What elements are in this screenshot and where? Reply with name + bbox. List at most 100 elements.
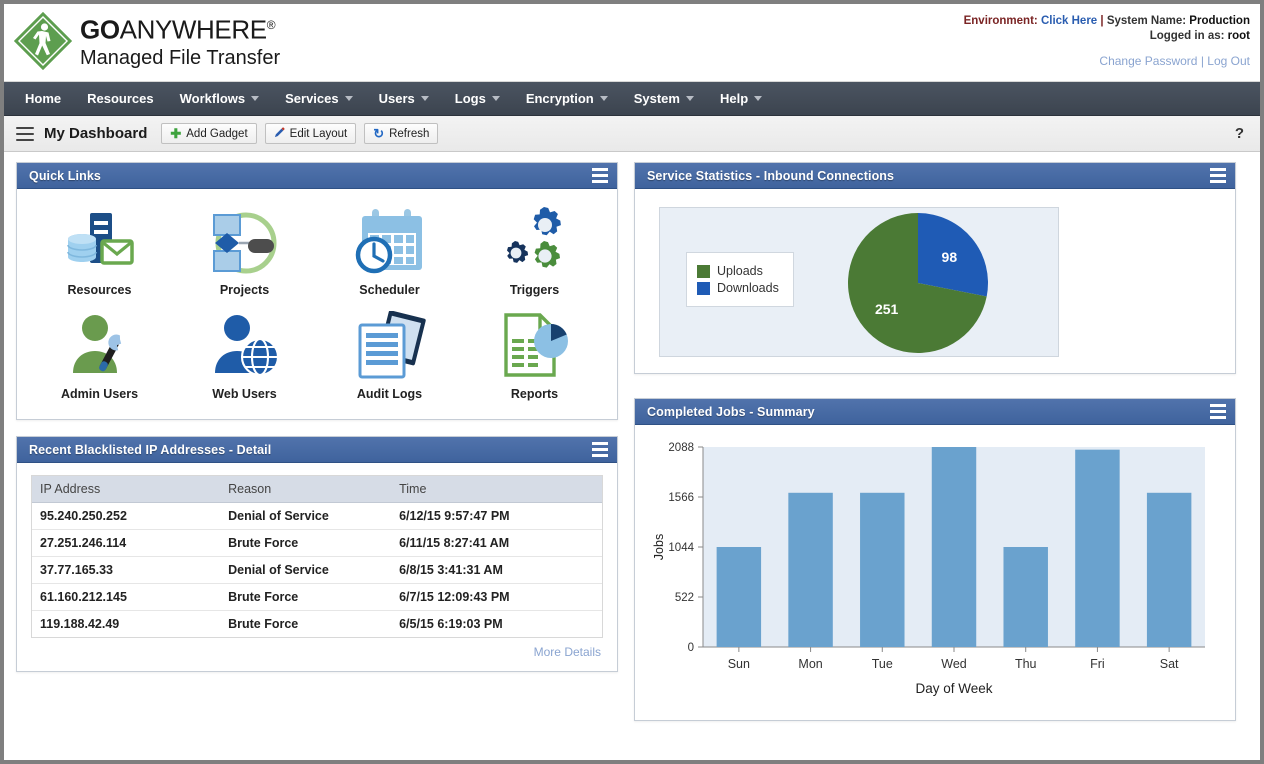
bar-tue[interactable] (860, 493, 904, 647)
table-row[interactable]: 95.240.250.252Denial of Service6/12/15 9… (32, 503, 602, 530)
table-row[interactable]: 119.188.42.49Brute Force6/5/15 6:19:03 P… (32, 611, 602, 638)
quick-link-label: Admin Users (61, 387, 138, 401)
dashboard-column-left: Quick Links Resources Projects (16, 162, 618, 688)
brand-go: GO (80, 15, 120, 45)
nav-item-users[interactable]: Users (366, 82, 442, 116)
environment-click-here-link[interactable]: Click Here (1041, 15, 1097, 27)
nav-item-system[interactable]: System (621, 82, 707, 116)
brand-anywhere: ANYWHERE (120, 15, 267, 45)
nav-item-logs[interactable]: Logs (442, 82, 513, 116)
documents-icon (352, 307, 428, 381)
system-name-label: System Name: (1107, 15, 1186, 27)
table-row[interactable]: 61.160.212.145Brute Force6/7/15 12:09:43… (32, 584, 602, 611)
refresh-button[interactable]: ↻ Refresh (364, 123, 438, 144)
change-password-link[interactable]: Change Password (1099, 54, 1197, 68)
quick-link-audit-logs[interactable]: Audit Logs (317, 303, 462, 403)
legend-label-downloads: Downloads (717, 281, 779, 295)
quick-links-title: Quick Links (29, 169, 101, 183)
nav-item-label: Logs (455, 82, 486, 116)
quick-links-grid: Resources Projects Scheduler (23, 191, 611, 413)
bar-chart: 0522104415662088SunMonTueWedThuFriSatDay… (645, 435, 1215, 705)
table-cell: 119.188.42.49 (32, 611, 220, 638)
header-account-links: Change Password | Log Out (1099, 54, 1250, 68)
gadget-menu-icon[interactable] (592, 168, 608, 183)
nav-item-label: Services (285, 82, 339, 116)
table-row[interactable]: 27.251.246.114Brute Force6/11/15 8:27:41… (32, 530, 602, 557)
table-cell: Denial of Service (220, 557, 391, 584)
nav-item-workflows[interactable]: Workflows (167, 82, 273, 116)
application-window: GOANYWHERE® Managed File Transfer Enviro… (4, 4, 1260, 760)
logged-in-value: root (1228, 30, 1250, 42)
nav-item-label: System (634, 82, 680, 116)
quick-link-admin-users[interactable]: Admin Users (27, 303, 172, 403)
table-row[interactable]: 37.77.165.33Denial of Service6/8/15 3:41… (32, 557, 602, 584)
service-statistics-title: Service Statistics - Inbound Connections (647, 169, 894, 183)
chevron-down-icon (600, 96, 608, 101)
quick-link-label: Reports (511, 387, 558, 401)
legend-item: Downloads (697, 281, 779, 295)
header-environment-info: Environment: Click Here | System Name: P… (964, 14, 1250, 44)
gadget-menu-icon[interactable] (592, 442, 608, 457)
chevron-down-icon (345, 96, 353, 101)
workflow-diagram-icon (206, 203, 284, 277)
log-out-link[interactable]: Log Out (1207, 54, 1250, 68)
refresh-icon: ↻ (373, 127, 384, 140)
quick-link-resources[interactable]: Resources (27, 199, 172, 299)
chevron-down-icon (686, 96, 694, 101)
x-axis-tick-label: Tue (872, 657, 893, 671)
bar-thu[interactable] (1003, 547, 1047, 647)
environment-label: Environment: (964, 15, 1038, 27)
quick-link-scheduler[interactable]: Scheduler (317, 199, 462, 299)
bar-sat[interactable] (1147, 493, 1191, 647)
table-cell: Brute Force (220, 611, 391, 638)
bar-wed[interactable] (932, 447, 976, 647)
quick-link-triggers[interactable]: Triggers (462, 199, 607, 299)
edit-layout-button[interactable]: Edit Layout (265, 123, 357, 144)
table-cell: 6/12/15 9:57:47 PM (391, 503, 602, 530)
blacklisted-ip-panel: Recent Blacklisted IP Addresses - Detail… (16, 436, 618, 672)
nav-item-resources[interactable]: Resources (74, 82, 166, 116)
bar-fri[interactable] (1075, 450, 1119, 647)
completed-jobs-title: Completed Jobs - Summary (647, 405, 815, 419)
y-axis-tick-label: 522 (675, 592, 694, 604)
table-header-row: IP AddressReasonTime (32, 476, 602, 503)
refresh-label: Refresh (389, 128, 429, 140)
legend-swatch-uploads (697, 265, 710, 278)
nav-item-label: Home (25, 82, 61, 116)
nav-item-label: Workflows (180, 82, 246, 116)
legend-item: Uploads (697, 264, 779, 278)
help-icon[interactable]: ? (1235, 125, 1244, 142)
nav-item-home[interactable]: Home (12, 82, 74, 116)
user-wrench-icon (65, 307, 135, 381)
table-cell: 6/5/15 6:19:03 PM (391, 611, 602, 638)
more-details-link[interactable]: More Details (534, 645, 601, 659)
add-gadget-button[interactable]: ✚ Add Gadget (161, 123, 256, 144)
quick-link-label: Scheduler (359, 283, 419, 297)
gadget-menu-icon[interactable] (1210, 168, 1226, 183)
blacklist-table: IP AddressReasonTime 95.240.250.252Denia… (32, 476, 602, 638)
y-axis-tick-label: 1566 (668, 492, 694, 504)
nav-item-help[interactable]: Help (707, 82, 775, 116)
edit-layout-label: Edit Layout (290, 128, 348, 140)
bar-mon[interactable] (788, 493, 832, 647)
account-links-separator: | (1201, 54, 1204, 68)
y-axis-tick-label: 0 (688, 642, 694, 654)
service-statistics-panel: Service Statistics - Inbound Connections… (634, 162, 1236, 374)
hamburger-icon[interactable] (16, 127, 34, 141)
bar-sun[interactable] (717, 547, 761, 647)
nav-item-services[interactable]: Services (272, 82, 366, 116)
column-header-reason: Reason (220, 476, 391, 503)
table-cell: 37.77.165.33 (32, 557, 220, 584)
page-header: GOANYWHERE® Managed File Transfer Enviro… (4, 4, 1260, 82)
table-cell: 6/8/15 3:41:31 AM (391, 557, 602, 584)
quick-link-web-users[interactable]: Web Users (172, 303, 317, 403)
table-cell: Brute Force (220, 584, 391, 611)
quick-link-reports[interactable]: Reports (462, 303, 607, 403)
nav-item-encryption[interactable]: Encryption (513, 82, 621, 116)
plus-icon: ✚ (170, 127, 181, 140)
quick-link-projects[interactable]: Projects (172, 199, 317, 299)
service-statistics-panel-header: Service Statistics - Inbound Connections (635, 163, 1235, 189)
gadget-menu-icon[interactable] (1210, 404, 1226, 419)
column-header-ip-address: IP Address (32, 476, 220, 503)
completed-jobs-panel-header: Completed Jobs - Summary (635, 399, 1235, 425)
